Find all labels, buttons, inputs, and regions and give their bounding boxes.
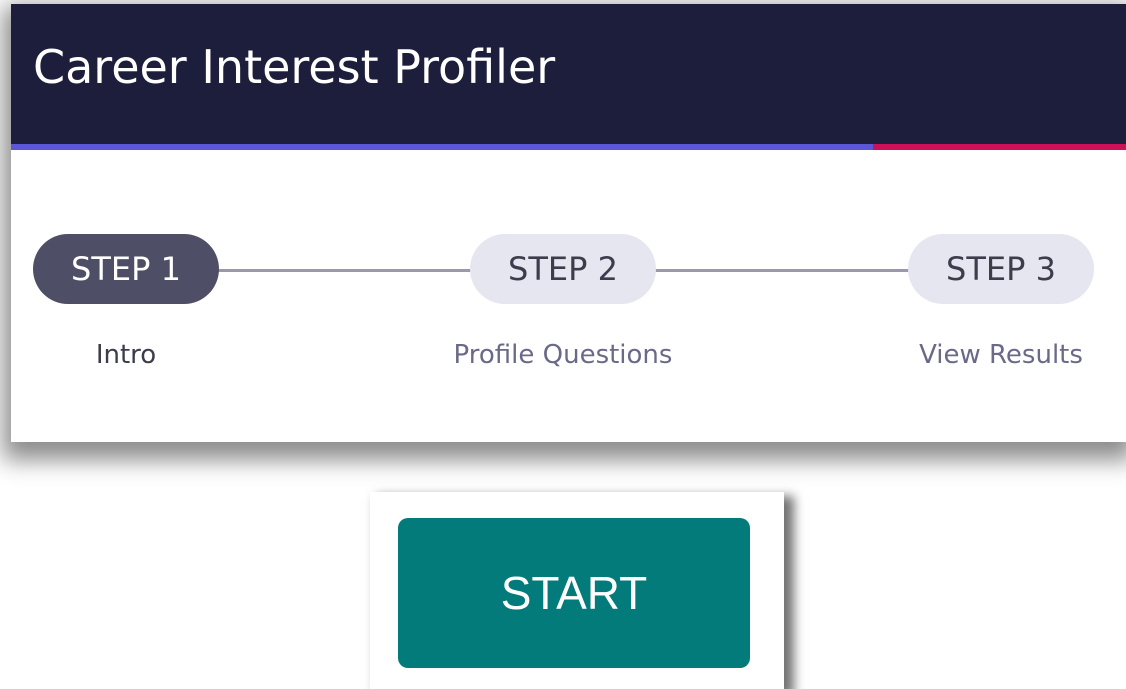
step-3-caption: View Results: [919, 340, 1083, 370]
step-2-pill: STEP 2: [470, 234, 656, 304]
step-1-caption: Intro: [95, 340, 157, 370]
app-title: Career Interest Profiler: [33, 40, 556, 94]
app-header: Career Interest Profiler: [11, 4, 1126, 144]
step-connector-2-3: [653, 269, 921, 272]
step-3-pill: STEP 3: [908, 234, 1094, 304]
step-connector-1-2: [217, 269, 481, 272]
step-2-caption: Profile Questions: [453, 340, 673, 370]
profiler-card: Career Interest Profiler STEP 1 STEP 2 S…: [11, 4, 1126, 442]
start-button[interactable]: START: [398, 518, 750, 668]
progress-stepper: STEP 1 STEP 2 STEP 3 Intro Profile Quest…: [11, 150, 1126, 442]
step-1-pill: STEP 1: [33, 234, 219, 304]
start-panel: START: [370, 492, 784, 689]
